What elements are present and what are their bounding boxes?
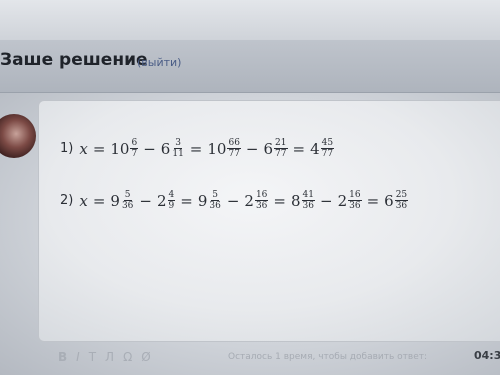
denominator: 9 <box>168 201 175 211</box>
fraction: 41 36 <box>301 190 315 211</box>
mixed-number: 8 41 36 <box>291 190 315 211</box>
fraction: 16 36 <box>254 190 269 211</box>
operator: − <box>139 191 152 210</box>
whole-part: 8 <box>290 191 301 210</box>
line-number: 1) <box>60 141 74 156</box>
whole-part: 10 <box>207 139 227 158</box>
editor-toolbar: B I T Л Ω Ø <box>58 350 151 364</box>
cyrillic-button[interactable]: Л <box>105 350 114 364</box>
mixed-number: 6 25 36 <box>384 190 409 211</box>
numerator: 45 <box>320 138 335 149</box>
mixed-number: 6 3 11 <box>161 138 185 159</box>
fraction: 49 <box>167 190 176 211</box>
operator: = <box>92 139 106 158</box>
fraction: 3 11 <box>171 138 184 159</box>
whole-part: 6 <box>160 139 171 158</box>
line-1-terms: = 10 6 7−6 3 11 = 10 66 77−6 21 77 = 4 45 77 <box>88 138 335 159</box>
whole-part: 2 <box>156 191 167 210</box>
numerator: 4 <box>167 190 176 201</box>
denominator: 77 <box>321 149 334 159</box>
denominator: 36 <box>255 201 268 211</box>
whole-part: 2 <box>337 191 348 210</box>
fraction: 67 <box>130 138 139 159</box>
fraction: 21 77 <box>274 138 288 159</box>
mixed-number: 2 16 36 <box>244 190 269 211</box>
numerator: 21 <box>274 138 288 149</box>
mixed-number: 6 21 77 <box>264 138 288 159</box>
whole-part: 2 <box>244 191 254 210</box>
line-number: 2) <box>60 193 74 208</box>
top-strip <box>0 0 500 40</box>
denominator: 77 <box>228 149 240 159</box>
operator: − <box>143 139 156 158</box>
fraction: 45 77 <box>320 138 335 159</box>
fraction: 5 36 <box>121 190 134 211</box>
denominator: 36 <box>349 201 361 211</box>
mixed-number: 2 16 36 <box>338 190 362 211</box>
fraction: 66 77 <box>227 138 241 159</box>
mixed-number: 9 5 36 <box>198 190 222 211</box>
operator: = <box>292 139 306 158</box>
text-button[interactable]: T <box>89 350 96 364</box>
whole-part: 4 <box>310 139 320 158</box>
denominator: 36 <box>209 201 221 211</box>
time-hint: Осталось 1 время, чтобы добавить ответ: <box>228 352 428 362</box>
operator: − <box>319 191 333 210</box>
exit-link[interactable]: (выйти) <box>137 56 181 69</box>
operator: = <box>189 139 203 158</box>
fraction: 25 36 <box>394 190 409 211</box>
whole-part: 9 <box>110 191 120 210</box>
whole-part: 10 <box>110 139 130 158</box>
whole-part: 9 <box>197 191 208 210</box>
page-title: Заше решение <box>0 50 148 70</box>
variable-x: x <box>79 139 88 158</box>
whole-part: 6 <box>384 191 394 210</box>
operator: = <box>366 191 380 210</box>
operator: = <box>92 191 106 210</box>
numerator: 16 <box>254 190 269 201</box>
operator: − <box>245 139 259 158</box>
denominator: 11 <box>172 149 184 159</box>
variable-x: x <box>79 191 88 210</box>
denominator: 77 <box>275 149 287 159</box>
mixed-number: 10 6 7 <box>110 138 139 159</box>
denominator: 36 <box>121 201 134 211</box>
numerator: 5 <box>211 190 219 201</box>
numerator: 16 <box>348 190 362 201</box>
denominator: 7 <box>131 149 138 159</box>
mixed-number: 4 45 77 <box>310 138 335 159</box>
attachment-icon[interactable]: Ø <box>141 350 150 364</box>
denominator: 36 <box>302 201 314 211</box>
bold-button[interactable]: B <box>58 350 67 364</box>
timer: 04:3 <box>474 349 500 362</box>
solution-line-1: 1) x = 10 6 7−6 3 11 = 10 66 77−6 21 77 = 4 45 77 <box>60 138 335 159</box>
fraction: 16 36 <box>348 190 362 211</box>
omega-icon[interactable]: Ω <box>123 350 132 364</box>
italic-button[interactable]: I <box>76 350 80 364</box>
whole-part: 6 <box>263 139 274 158</box>
solution-line-2: 2) x = 9 5 36−2 4 9 = 9 5 36−2 16 36 = 8 41 36−2 16 36 = 6 2… <box>60 190 409 211</box>
solution-card <box>38 100 500 342</box>
operator: = <box>273 191 286 210</box>
mixed-number: 249 <box>156 190 176 211</box>
numerator: 41 <box>301 190 315 201</box>
numerator: 6 <box>130 138 139 149</box>
denominator: 36 <box>395 201 408 211</box>
operator: = <box>180 191 193 210</box>
numerator: 5 <box>123 190 132 201</box>
line-2-terms: = 9 5 36−2 4 9 = 9 5 36−2 16 36 = 8 41 36−2 16 36 = 6 25 36 <box>88 190 409 211</box>
operator: − <box>226 191 240 210</box>
numerator: 25 <box>394 190 409 201</box>
mixed-number: 9 5 36 <box>110 190 134 211</box>
fraction: 5 36 <box>208 190 221 211</box>
numerator: 66 <box>227 138 241 149</box>
numerator: 3 <box>174 138 182 149</box>
mixed-number: 10 66 77 <box>207 138 241 159</box>
